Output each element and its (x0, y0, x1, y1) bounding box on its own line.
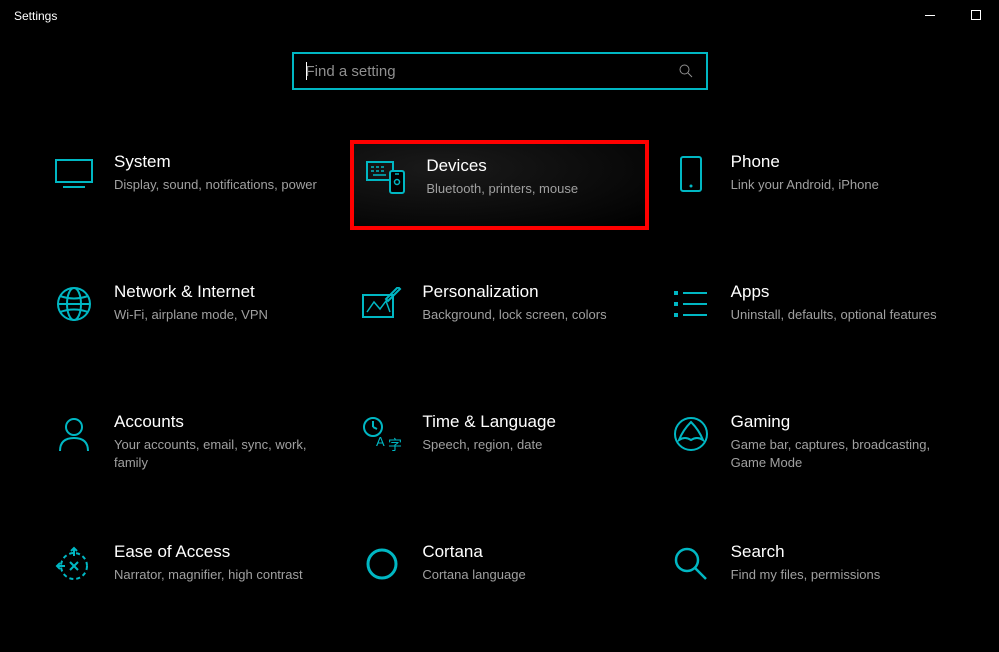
tile-desc: Wi-Fi, airplane mode, VPN (114, 306, 330, 324)
tile-apps[interactable]: Apps Uninstall, defaults, optional featu… (659, 270, 957, 360)
maximize-button[interactable] (953, 0, 999, 30)
tile-desc: Speech, region, date (422, 436, 638, 454)
tile-title: Accounts (114, 412, 330, 432)
minimize-icon (925, 15, 935, 16)
cortana-icon (360, 542, 404, 586)
search-input[interactable] (306, 63, 678, 80)
svg-text:字: 字 (388, 437, 402, 452)
tile-desc: Bluetooth, printers, mouse (426, 180, 634, 198)
tile-desc: Game bar, captures, broadcasting, Game M… (731, 436, 947, 471)
window-controls (907, 0, 999, 30)
tile-title: Network & Internet (114, 282, 330, 302)
personalization-icon (360, 282, 404, 326)
tile-gaming[interactable]: Gaming Game bar, captures, broadcasting,… (659, 400, 957, 490)
accounts-icon (52, 412, 96, 456)
search-tile-icon (669, 542, 713, 586)
settings-grid: System Display, sound, notifications, po… (0, 140, 999, 620)
gaming-icon (669, 412, 713, 456)
apps-icon (669, 282, 713, 326)
tile-title: Time & Language (422, 412, 638, 432)
tile-time-language[interactable]: A 字 Time & Language Speech, region, date (350, 400, 648, 490)
globe-icon (52, 282, 96, 326)
time-language-icon: A 字 (360, 412, 404, 456)
system-icon (52, 152, 96, 196)
text-cursor (306, 62, 307, 80)
tile-title: Search (731, 542, 947, 562)
search-box[interactable] (292, 52, 708, 90)
titlebar: Settings (0, 0, 999, 32)
search-container (0, 52, 999, 90)
tile-cortana[interactable]: Cortana Cortana language (350, 530, 648, 620)
window-title: Settings (14, 9, 57, 23)
tile-desc: Link your Android, iPhone (731, 176, 947, 194)
tile-desc: Narrator, magnifier, high contrast (114, 566, 330, 584)
tile-title: Ease of Access (114, 542, 330, 562)
tile-search[interactable]: Search Find my files, permissions (659, 530, 957, 620)
tile-title: Personalization (422, 282, 638, 302)
tile-title: Cortana (422, 542, 638, 562)
tile-desc: Uninstall, defaults, optional features (731, 306, 947, 324)
tile-phone[interactable]: Phone Link your Android, iPhone (659, 140, 957, 230)
search-icon (678, 63, 694, 79)
tile-desc: Display, sound, notifications, power (114, 176, 330, 194)
tile-ease-of-access[interactable]: Ease of Access Narrator, magnifier, high… (42, 530, 340, 620)
svg-text:A: A (376, 434, 385, 449)
tile-title: Devices (426, 156, 634, 176)
tile-devices[interactable]: Devices Bluetooth, printers, mouse (350, 140, 648, 230)
tile-system[interactable]: System Display, sound, notifications, po… (42, 140, 340, 230)
tile-desc: Find my files, permissions (731, 566, 947, 584)
tile-desc: Background, lock screen, colors (422, 306, 638, 324)
tile-title: Apps (731, 282, 947, 302)
tile-title: Phone (731, 152, 947, 172)
maximize-icon (971, 10, 981, 20)
tile-title: System (114, 152, 330, 172)
ease-of-access-icon (52, 542, 96, 586)
tile-accounts[interactable]: Accounts Your accounts, email, sync, wor… (42, 400, 340, 490)
tile-desc: Your accounts, email, sync, work, family (114, 436, 330, 471)
tile-network[interactable]: Network & Internet Wi-Fi, airplane mode,… (42, 270, 340, 360)
devices-icon (364, 156, 408, 200)
phone-icon (669, 152, 713, 196)
tile-personalization[interactable]: Personalization Background, lock screen,… (350, 270, 648, 360)
minimize-button[interactable] (907, 0, 953, 30)
tile-desc: Cortana language (422, 566, 638, 584)
tile-title: Gaming (731, 412, 947, 432)
